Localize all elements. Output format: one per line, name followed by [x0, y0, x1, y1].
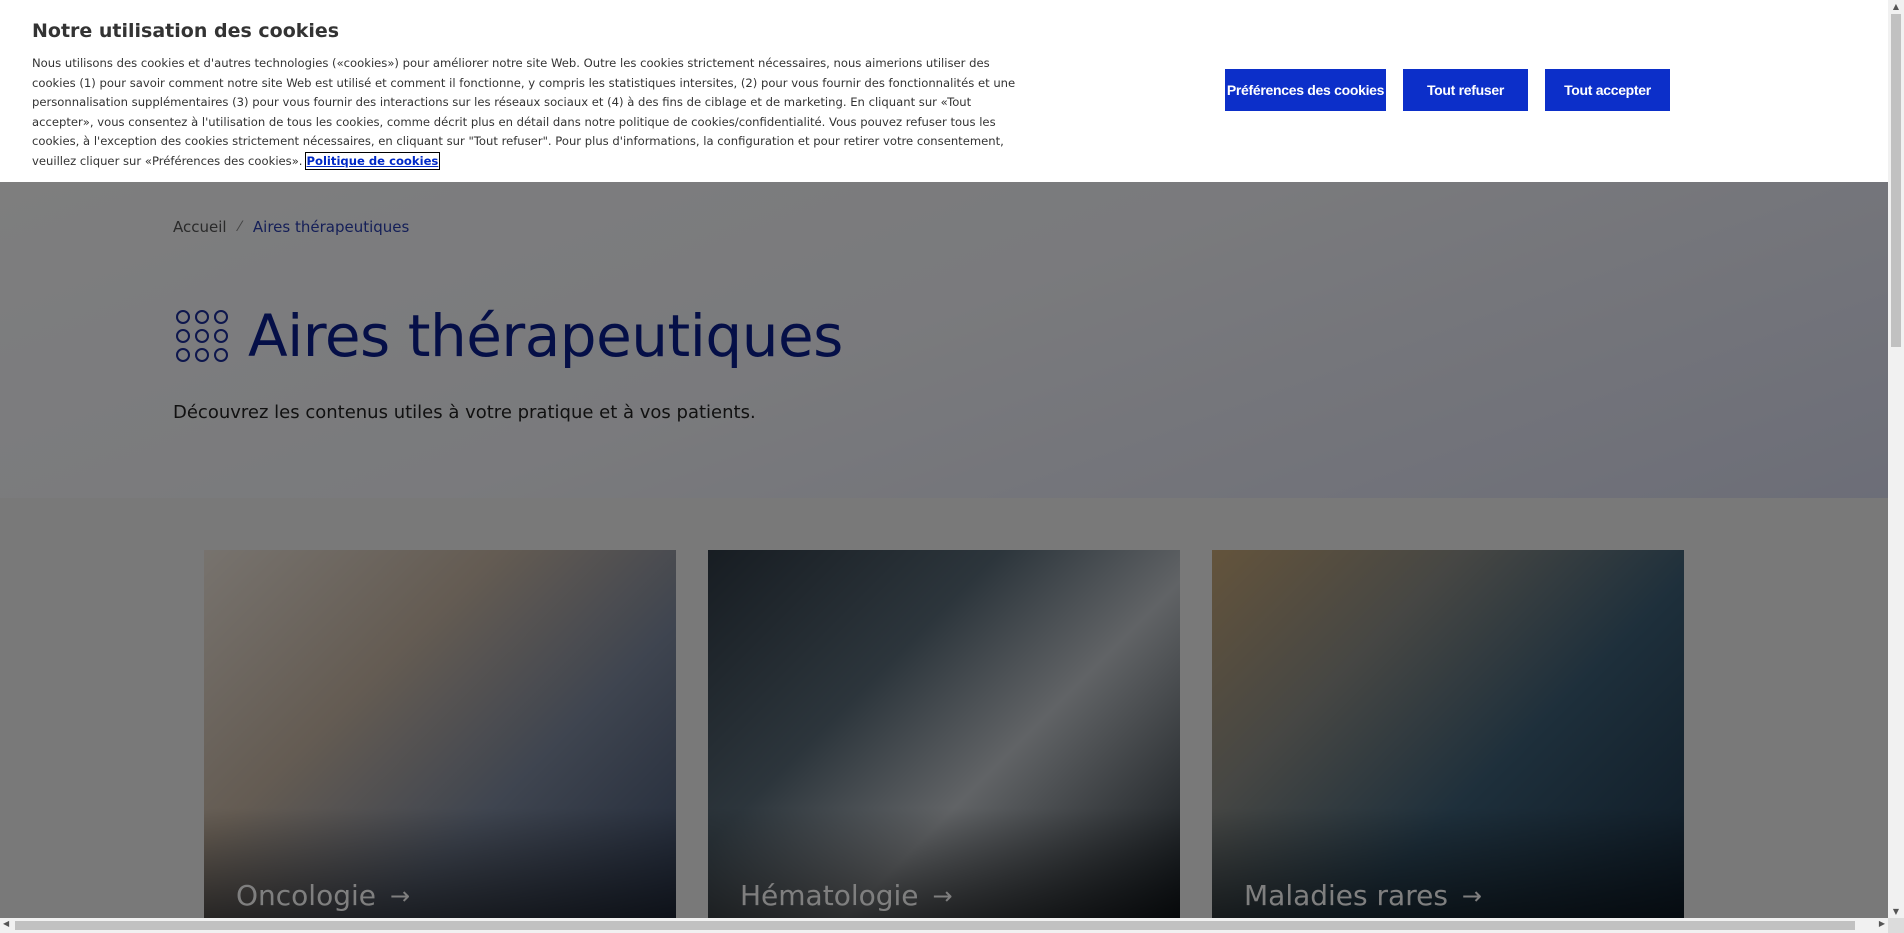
scroll-up-icon[interactable]: ▲: [1888, 2, 1904, 11]
cookie-banner-title: Notre utilisation des cookies: [32, 20, 340, 42]
scroll-down-icon[interactable]: ▼: [1888, 907, 1904, 916]
cookie-preferences-button[interactable]: Préférences des cookies: [1225, 69, 1386, 111]
cookie-policy-link[interactable]: Politique de cookies: [304, 151, 441, 170]
accept-all-button[interactable]: Tout accepter: [1545, 69, 1670, 111]
refuse-all-button[interactable]: Tout refuser: [1403, 69, 1528, 111]
vertical-scrollbar-thumb[interactable]: [1891, 14, 1901, 347]
horizontal-scrollbar-thumb[interactable]: [15, 921, 1855, 930]
vertical-scrollbar[interactable]: ▲ ▼: [1888, 0, 1904, 918]
scroll-right-icon[interactable]: ▶: [1879, 919, 1885, 928]
cookie-description: Nous utilisons des cookies et d'autres t…: [32, 56, 1016, 168]
cookie-buttons: Préférences des cookies Tout refuser Tou…: [1225, 69, 1670, 111]
cookie-banner-text: Nous utilisons des cookies et d'autres t…: [32, 54, 1032, 172]
scrollbar-corner: [1888, 918, 1904, 933]
scroll-left-icon[interactable]: ◀: [3, 919, 9, 928]
horizontal-scrollbar[interactable]: ◀ ▶: [0, 918, 1888, 933]
cookie-banner: Notre utilisation des cookies Nous utili…: [0, 0, 1888, 182]
